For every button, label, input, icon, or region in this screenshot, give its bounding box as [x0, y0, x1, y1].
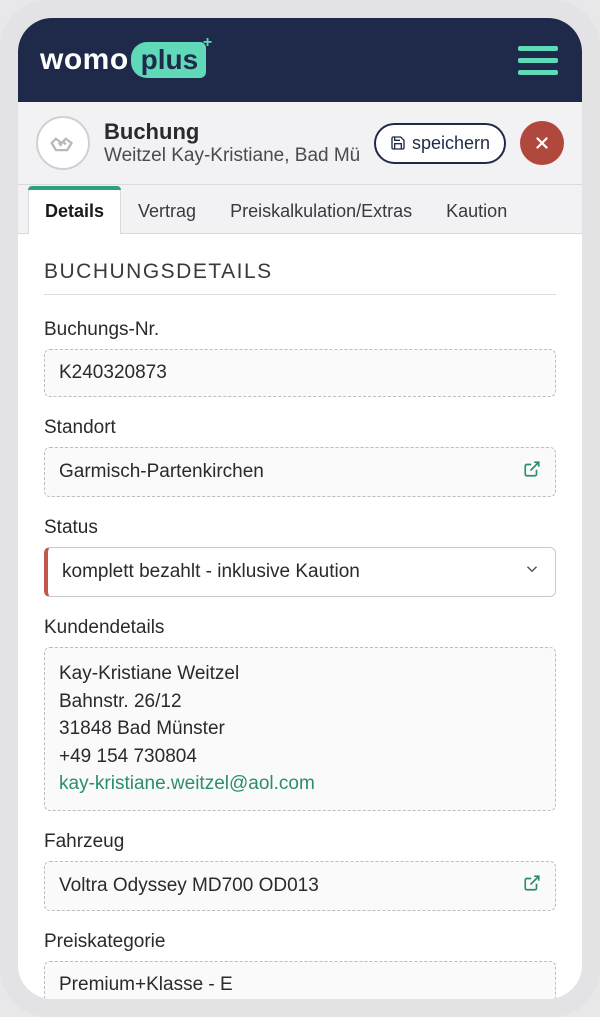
handshake-icon — [36, 116, 90, 170]
save-icon — [390, 135, 406, 151]
tab-preiskalkulation[interactable]: Preiskalkulation/Extras — [213, 186, 429, 234]
field-status: Status komplett bezahlt - inklusive Kaut… — [44, 517, 556, 597]
value-preiskategorie: Premium+Klasse - E — [44, 961, 556, 999]
save-button-label: speichern — [412, 133, 490, 154]
field-fahrzeug: Fahrzeug Voltra Odyssey MD700 OD013 — [44, 831, 556, 911]
close-button[interactable] — [520, 121, 564, 165]
label-fahrzeug: Fahrzeug — [44, 831, 556, 853]
field-kundendetails: Kundendetails Kay-Kristiane Weitzel Bahn… — [44, 617, 556, 811]
select-status[interactable]: komplett bezahlt - inklusive Kaution — [44, 547, 556, 597]
value-kundendetails: Kay-Kristiane Weitzel Bahnstr. 26/12 318… — [44, 647, 556, 811]
details-panel: BUCHUNGSDETAILS Buchungs-Nr. K240320873 … — [18, 234, 582, 999]
text-buchungs-nr: K240320873 — [59, 362, 167, 384]
label-standort: Standort — [44, 417, 556, 439]
tab-kaution[interactable]: Kaution — [429, 186, 524, 234]
hamburger-icon[interactable] — [518, 46, 558, 75]
customer-phone: +49 154 730804 — [59, 743, 541, 771]
external-link-icon[interactable] — [523, 460, 541, 484]
brand-text-part1: womo — [40, 43, 129, 77]
topbar: womo plus — [18, 18, 582, 102]
page-subtitle: Weitzel Kay-Kristiane, Bad Münster — [104, 145, 360, 167]
section-title: BUCHUNGSDETAILS — [44, 260, 556, 295]
external-link-icon[interactable] — [523, 874, 541, 898]
device-frame: womo plus Buchung Weitzel Kay-Kristiane,… — [0, 0, 600, 1017]
label-kundendetails: Kundendetails — [44, 617, 556, 639]
brand-logo[interactable]: womo plus — [40, 42, 206, 78]
text-fahrzeug: Voltra Odyssey MD700 OD013 — [59, 875, 319, 897]
page-header: Buchung Weitzel Kay-Kristiane, Bad Münst… — [18, 102, 582, 185]
field-standort: Standort Garmisch-Partenkirchen — [44, 417, 556, 497]
text-status: komplett bezahlt - inklusive Kaution — [62, 561, 360, 583]
customer-street: Bahnstr. 26/12 — [59, 688, 541, 716]
label-preiskategorie: Preiskategorie — [44, 931, 556, 953]
label-buchungs-nr: Buchungs-Nr. — [44, 319, 556, 341]
value-fahrzeug: Voltra Odyssey MD700 OD013 — [44, 861, 556, 911]
value-buchungs-nr: K240320873 — [44, 349, 556, 397]
field-preiskategorie: Preiskategorie Premium+Klasse - E — [44, 931, 556, 999]
text-preiskategorie: Premium+Klasse - E — [59, 974, 233, 996]
page-header-text: Buchung Weitzel Kay-Kristiane, Bad Münst… — [104, 119, 360, 167]
tab-vertrag[interactable]: Vertrag — [121, 186, 213, 234]
label-status: Status — [44, 517, 556, 539]
tab-details[interactable]: Details — [28, 186, 121, 234]
device-screen: womo plus Buchung Weitzel Kay-Kristiane,… — [18, 18, 582, 999]
close-icon — [533, 134, 551, 152]
brand-text-part2: plus — [131, 42, 207, 78]
customer-email[interactable]: kay-kristiane.weitzel@aol.com — [59, 770, 541, 798]
customer-name: Kay-Kristiane Weitzel — [59, 660, 541, 688]
field-buchungs-nr: Buchungs-Nr. K240320873 — [44, 319, 556, 397]
save-button[interactable]: speichern — [374, 123, 506, 164]
value-standort: Garmisch-Partenkirchen — [44, 447, 556, 497]
tab-bar: Details Vertrag Preiskalkulation/Extras … — [18, 185, 582, 234]
page-title: Buchung — [104, 119, 360, 145]
customer-city: 31848 Bad Münster — [59, 715, 541, 743]
chevron-down-icon — [523, 560, 541, 584]
text-standort: Garmisch-Partenkirchen — [59, 461, 264, 483]
